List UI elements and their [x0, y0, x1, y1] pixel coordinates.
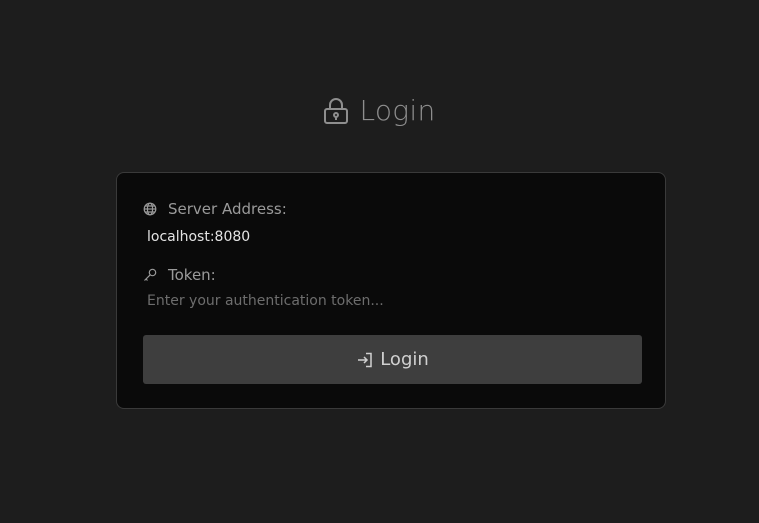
sign-in-icon: [356, 351, 374, 369]
token-label: Token:: [143, 266, 216, 284]
key-icon: [143, 268, 157, 282]
token-label-text: Token:: [168, 266, 216, 284]
globe-icon: [143, 202, 157, 216]
token-input[interactable]: [141, 289, 647, 313]
login-page: Login Server Address: Token:: [0, 0, 759, 523]
login-button-label: Login: [380, 349, 429, 370]
server-address-label: Server Address:: [143, 200, 287, 218]
lock-icon: [323, 97, 349, 125]
login-card: Server Address: Token: Login: [116, 172, 666, 409]
server-address-input[interactable]: [141, 225, 647, 249]
login-button[interactable]: Login: [143, 335, 642, 384]
page-title: Login: [0, 94, 759, 127]
server-address-label-text: Server Address:: [168, 200, 287, 218]
page-title-text: Login: [359, 94, 436, 127]
